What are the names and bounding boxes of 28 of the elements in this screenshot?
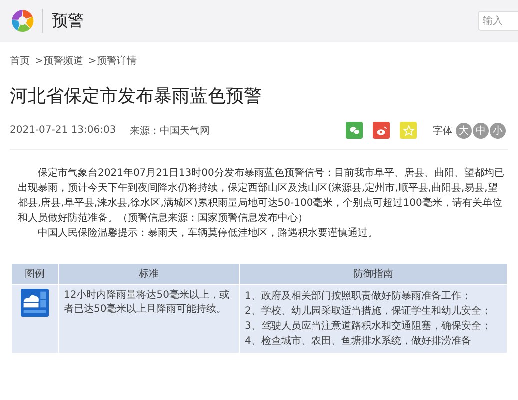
breadcrumb-link[interactable]: 首页 (10, 54, 30, 68)
chat-bubbles-icon (348, 124, 360, 136)
star-button[interactable] (400, 122, 417, 139)
guide-item: 3、驾驶人员应当注意道路积水和交通阻塞，确保安全； (245, 320, 492, 334)
table-cell: 12小时内降雨量将达50毫米以上，或者已达50毫米以上且降雨可能持续。 (58, 284, 240, 354)
article-title: 河北省保定市发布暴雨蓝色预警 (10, 85, 263, 108)
source-name: 中国天气网 (160, 124, 210, 138)
eye-icon (376, 124, 388, 136)
paragraph: 中国人民保险温馨提示：暴雨天，车辆莫停低洼地区，路遇积水要谨慎通过。 (37, 226, 379, 241)
breadcrumb-link[interactable]: >预警详情 (88, 54, 137, 68)
column-header: 标准 (58, 264, 240, 284)
column-header: 图例 (12, 264, 58, 284)
publish-date: 2021-07-21 13:06:03 (10, 125, 116, 136)
guide-item: 4、检查城市、农田、鱼塘排水系统，做好排涝准备 (245, 334, 472, 349)
column-header: 防御指南 (240, 264, 508, 284)
font-size-label: 字体 (433, 124, 453, 138)
paragraph: 保定市气象台2021年07月21日13时00分发布暴雨蓝色预警信号：目前我市阜平、唐县、曲阳、望都均已出现暴雨，预计今天下午到夜间降水仍将持续，保定西部山区及浅山区(涞源县,定州市,顺平县,曲阳县,易县,望都县,唐县,阜平县,涞水县,徐水区,满城区)累积雨量局地可达50-100毫米，个别点可超过100毫米，请有关单位和人员做好防范准备。（预警信息来源：国家预警信息发布中心） (18, 166, 506, 226)
star-icon (402, 124, 414, 136)
guide-item: 2、学校、幼儿园采取适当措施，保证学生和幼儿安全； (245, 304, 492, 319)
chat-share-button[interactable] (346, 122, 363, 139)
eye-share-button[interactable] (373, 122, 390, 139)
source-label: 来源： (130, 124, 160, 138)
rainstorm-signal-icon (21, 289, 49, 317)
logo-icon[interactable] (10, 8, 36, 34)
breadcrumb-link[interactable]: >预警频道 (35, 54, 84, 68)
site-title: 预警 (52, 10, 85, 32)
guide-item: 1、政府及相关部门按照职责做好防暴雨准备工作； (245, 290, 472, 304)
search-field[interactable]: 输入 (478, 11, 518, 31)
